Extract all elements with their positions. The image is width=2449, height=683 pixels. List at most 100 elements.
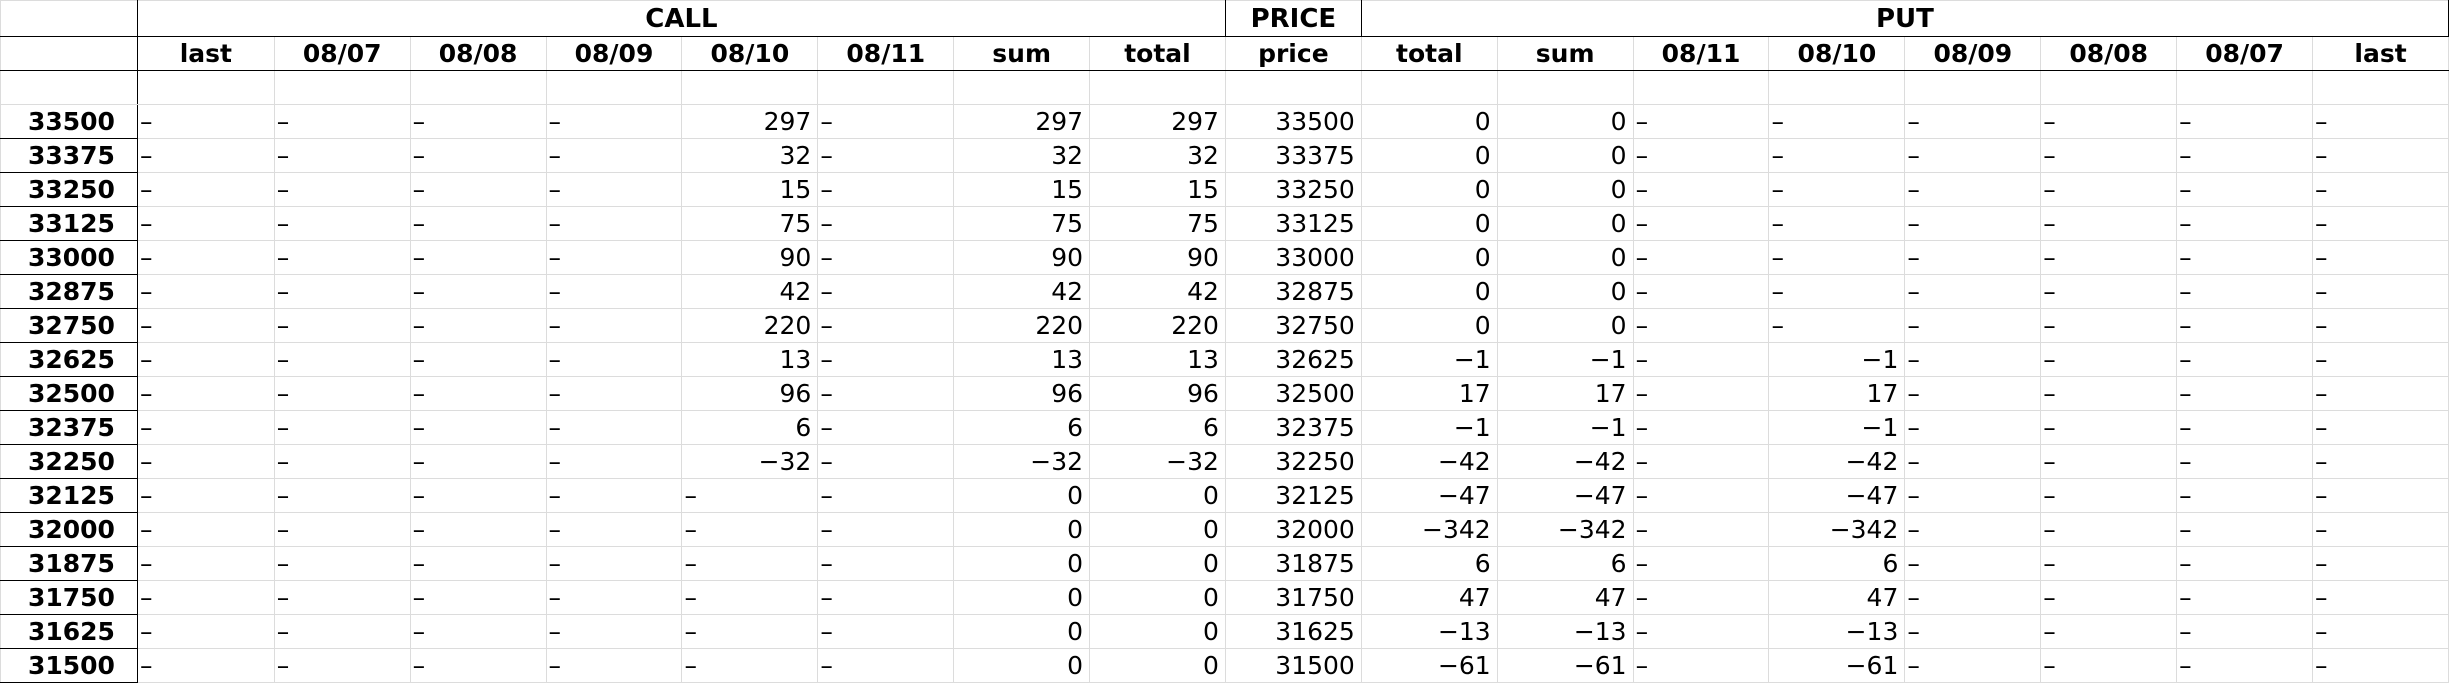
table-cell: – xyxy=(2176,376,2314,411)
strike-row-label: 32500 xyxy=(0,376,138,411)
table-cell: 0 xyxy=(953,580,1091,615)
table-cell: – xyxy=(136,104,275,139)
table-cell: – xyxy=(817,240,955,275)
table-cell: 0 xyxy=(1496,172,1634,207)
table-cell: – xyxy=(2312,478,2449,513)
table-cell: – xyxy=(545,478,683,513)
strike-row-label: 33375 xyxy=(0,138,138,173)
table-cell: – xyxy=(1904,478,2042,513)
column-header: total xyxy=(1089,36,1226,71)
column-header: 08/07 xyxy=(2176,36,2314,71)
strike-row-label: 33125 xyxy=(0,206,138,241)
blank-cell xyxy=(1089,70,1226,105)
table-cell: – xyxy=(2312,444,2449,479)
table-cell: – xyxy=(409,614,547,649)
table-cell: – xyxy=(2176,614,2314,649)
blank-cell xyxy=(1496,70,1634,105)
table-row: 33500– – – –297–297 297 33500 0 0– – – – – – xyxy=(0,104,2449,139)
table-cell: 297 xyxy=(681,104,819,139)
table-cell: 75 xyxy=(1089,206,1226,241)
table-cell: – xyxy=(1632,274,1770,309)
table-cell: 90 xyxy=(681,240,819,275)
table-cell: – xyxy=(409,206,547,241)
table-cell: – xyxy=(136,648,275,683)
table-cell: 32875 xyxy=(1224,274,1362,309)
table-row: 31750– – – – – –0 0 31750 47 47–47– – – – xyxy=(0,580,2449,615)
table-cell: – xyxy=(1904,104,2042,139)
table-cell: – xyxy=(273,308,411,343)
table-cell: – xyxy=(273,342,411,377)
table-cell: 0 xyxy=(1089,478,1226,513)
table-cell: 6 xyxy=(1360,546,1498,581)
column-header: 08/08 xyxy=(2040,36,2178,71)
table-row: 31625– – – – – –0 0 31625 −13 −13– −13– – – – xyxy=(0,614,2449,649)
table-cell: – xyxy=(1632,172,1770,207)
table-cell: – xyxy=(2312,308,2449,343)
table-cell: – xyxy=(1768,172,1906,207)
table-cell: – xyxy=(136,206,275,241)
table-cell: 33000 xyxy=(1224,240,1362,275)
table-cell: – xyxy=(1768,104,1906,139)
table-cell: – xyxy=(409,138,547,173)
table-cell: −342 xyxy=(1768,512,1906,547)
blank-cell xyxy=(2176,70,2314,105)
table-cell: 31875 xyxy=(1224,546,1362,581)
table-cell: −1 xyxy=(1496,342,1634,377)
table-cell: – xyxy=(2040,410,2178,445)
table-cell: – xyxy=(1632,104,1770,139)
table-cell: 0 xyxy=(1360,308,1498,343)
table-cell: – xyxy=(2176,206,2314,241)
table-cell: – xyxy=(817,512,955,547)
strike-row-label: 33500 xyxy=(0,104,138,139)
blank-cell xyxy=(2040,70,2178,105)
table-cell: – xyxy=(409,342,547,377)
table-cell: 32 xyxy=(953,138,1091,173)
table-row: 31500– – – – – –0 0 31500 −61 −61– −61– – – – xyxy=(0,648,2449,683)
table-cell: 32 xyxy=(1089,138,1226,173)
row-label-header xyxy=(0,36,138,71)
table-cell: – xyxy=(409,240,547,275)
table-row: 32750– – – –220–220 220 32750 0 0– – – – – – xyxy=(0,308,2449,343)
table-cell: – xyxy=(2176,240,2314,275)
table-cell: 32250 xyxy=(1224,444,1362,479)
table-cell: −1 xyxy=(1496,410,1634,445)
table-cell: – xyxy=(1632,138,1770,173)
blank-cell xyxy=(1904,70,2042,105)
strike-row-label: 31875 xyxy=(0,546,138,581)
table-cell: – xyxy=(2312,648,2449,683)
column-header: 08/11 xyxy=(1632,36,1770,71)
table-cell: 13 xyxy=(681,342,819,377)
table-cell: – xyxy=(2040,104,2178,139)
table-cell: 47 xyxy=(1768,580,1906,615)
table-cell: – xyxy=(1632,444,1770,479)
table-row: 32500– – – –96–96 96 32500 17 17–17– – – – xyxy=(0,376,2449,411)
table-cell: – xyxy=(2312,546,2449,581)
table-cell: 0 xyxy=(953,648,1091,683)
table-cell: 0 xyxy=(953,512,1091,547)
table-cell: 6 xyxy=(1496,546,1634,581)
table-cell: – xyxy=(409,410,547,445)
table-cell: −47 xyxy=(1768,478,1906,513)
table-cell: −32 xyxy=(953,444,1091,479)
table-cell: – xyxy=(2176,308,2314,343)
table-cell: – xyxy=(273,648,411,683)
table-cell: 32125 xyxy=(1224,478,1362,513)
table-cell: 33375 xyxy=(1224,138,1362,173)
table-cell: 0 xyxy=(1089,648,1226,683)
table-cell: 32000 xyxy=(1224,512,1362,547)
table-cell: −42 xyxy=(1496,444,1634,479)
table-cell: – xyxy=(273,172,411,207)
table-cell: 15 xyxy=(681,172,819,207)
table-cell: – xyxy=(2040,240,2178,275)
table-cell: 220 xyxy=(1089,308,1226,343)
table-row: 33000– – – –90–90 90 33000 0 0– – – – – – xyxy=(0,240,2449,275)
table-cell: – xyxy=(1768,206,1906,241)
table-cell: – xyxy=(273,206,411,241)
table-cell: – xyxy=(1632,580,1770,615)
table-cell: – xyxy=(273,240,411,275)
price-group-header: PRICE xyxy=(1224,0,1362,37)
table-cell: – xyxy=(545,172,683,207)
table-cell: 0 xyxy=(1496,274,1634,309)
blank-cell xyxy=(1224,70,1362,105)
table-cell: −13 xyxy=(1768,614,1906,649)
